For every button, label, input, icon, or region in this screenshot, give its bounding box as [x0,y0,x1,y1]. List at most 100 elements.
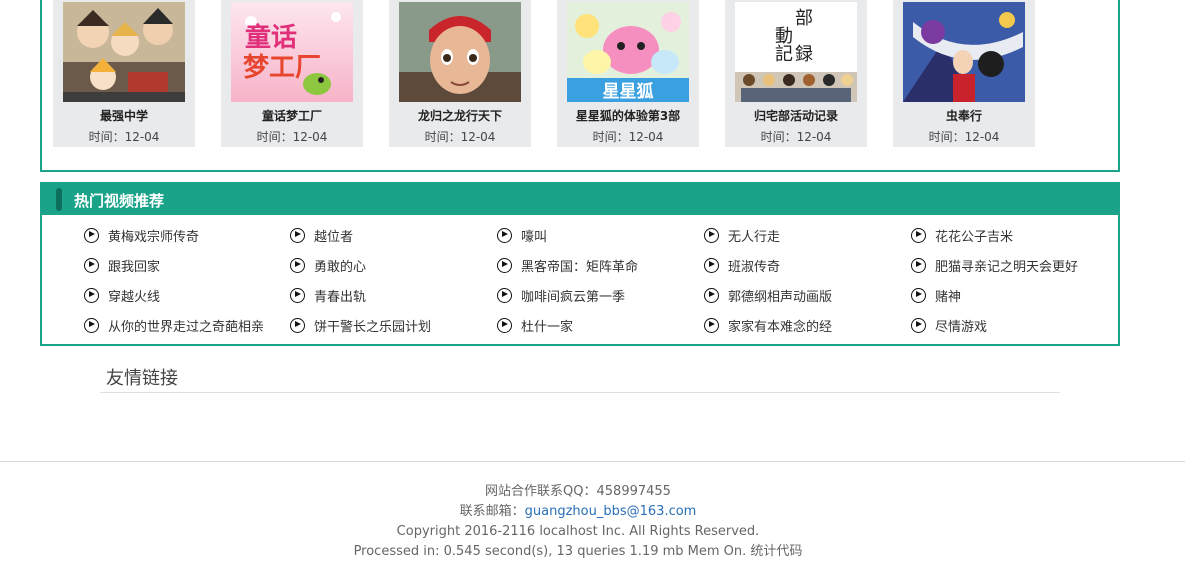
hot-videos-title: 热门视频推荐 [74,192,165,210]
movie-card[interactable]: 童话 梦工厂 童话梦工厂 时间：12-04 [221,0,363,147]
hot-video-item[interactable]: 尽情游戏 [911,315,987,335]
hot-video-title[interactable]: 穿越火线 [108,286,160,305]
play-icon [704,317,719,333]
movie-time: 时间：12-04 [256,130,328,144]
hot-video-title[interactable]: 越位者 [314,226,353,245]
hot-video-title[interactable]: 黑客帝国：矩阵革命 [521,256,638,275]
hot-video-title[interactable]: 勇敢的心 [314,256,366,275]
hot-video-item[interactable]: 班淑传奇 [704,255,780,275]
footer-qq: 网站合作联系QQ：458997455 [485,484,671,499]
movie-poster[interactable]: 星星狐 [567,2,689,102]
hot-videos-header: 热门视频推荐 [42,184,1118,215]
movie-time: 时间：12-04 [760,130,832,144]
movie-time: 时间：12-04 [424,130,496,144]
movie-title[interactable]: 虫奉行 [893,107,1035,124]
play-icon [290,287,305,303]
hot-video-title[interactable]: 郭德纲相声动画版 [728,286,832,305]
hot-video-title[interactable]: 从你的世界走过之奇葩相亲 [108,316,264,335]
footer-mail-label: 联系邮箱： [459,504,525,519]
hot-video-item[interactable]: 杜什一家 [497,315,573,335]
movie-title[interactable]: 最强中学 [53,107,195,124]
friend-links-title: 友情链接 [106,368,178,389]
hot-video-item[interactable]: 肥猫寻亲记之明天会更好 [911,255,1078,275]
movie-poster[interactable] [63,2,185,102]
movie-title[interactable]: 龙归之龙行天下 [389,107,531,124]
play-icon [290,317,305,333]
hot-video-item[interactable]: 赌神 [911,285,961,305]
movie-card[interactable]: 部 動 記 録 归宅部活动记录 时间：12-04 [725,0,867,147]
hot-video-item[interactable]: 家家有本难念的经 [704,315,832,335]
play-icon [290,227,305,243]
hot-video-title[interactable]: 黄梅戏宗师传奇 [108,226,199,245]
hot-video-item[interactable]: 无人行走 [704,225,780,245]
movie-card[interactable]: 最强中学 时间：12-04 [53,0,195,147]
svg-text:星星狐: 星星狐 [603,81,654,102]
hot-video-item[interactable]: 花花公子吉米 [911,225,1013,245]
hot-video-title[interactable]: 跟我回家 [108,256,160,275]
movie-poster[interactable] [399,2,521,102]
play-icon [911,227,926,243]
hot-video-title[interactable]: 青春出轨 [314,286,366,305]
footer-mail-row: 联系邮箱：guangzhou_bbs@163.com [0,502,1156,522]
movie-poster[interactable]: 部 動 記 録 [735,2,857,102]
hot-video-title[interactable]: 咖啡间疯云第一季 [521,286,625,305]
movie-time: 时间：12-04 [88,130,160,144]
play-icon [84,287,99,303]
hot-video-title[interactable]: 家家有本难念的经 [728,316,832,335]
hot-video-item[interactable]: 越位者 [290,225,353,245]
hot-video-item[interactable]: 跟我回家 [84,255,160,275]
movie-card[interactable]: 星星狐 星星狐的体验第3部 时间：12-04 [557,0,699,147]
play-icon [704,227,719,243]
play-icon [84,317,99,333]
movie-poster[interactable]: 童话 梦工厂 [231,2,353,102]
hot-video-item[interactable]: 嚎叫 [497,225,547,245]
movie-poster[interactable] [903,2,1025,102]
hot-video-item[interactable]: 从你的世界走过之奇葩相亲 [84,315,264,335]
latest-movies-panel: 最强中学 时间：12-04 童话 梦工厂 童话梦工厂 时间：12-04 龙归之龙… [40,0,1120,172]
footer-copyright: Copyright 2016-2116 localhost Inc. All R… [396,524,760,539]
play-icon [84,227,99,243]
hot-video-title[interactable]: 嚎叫 [521,226,547,245]
hot-video-item[interactable]: 黑客帝国：矩阵革命 [497,255,638,275]
play-icon [84,257,99,273]
hot-video-title[interactable]: 无人行走 [728,226,780,245]
hot-video-title[interactable]: 饼干警长之乐园计划 [314,316,431,335]
hot-video-item[interactable]: 饼干警长之乐园计划 [290,315,431,335]
play-icon [911,317,926,333]
play-icon [497,257,512,273]
divider [100,392,1060,393]
svg-text:部: 部 [795,8,813,29]
footer-processed: Processed in: 0.545 second(s), 13 querie… [353,544,803,559]
hot-video-title[interactable]: 赌神 [935,286,961,305]
hot-video-title[interactable]: 班淑传奇 [728,256,780,275]
play-icon [911,287,926,303]
movie-title[interactable]: 童话梦工厂 [221,107,363,124]
movie-title[interactable]: 归宅部活动记录 [725,107,867,124]
movie-time: 时间：12-04 [928,130,1000,144]
footer-mail-link[interactable]: guangzhou_bbs@163.com [525,504,697,519]
play-icon [497,317,512,333]
movie-time: 时间：12-04 [592,130,664,144]
movie-title[interactable]: 星星狐的体验第3部 [557,107,699,124]
svg-text:録: 録 [795,44,813,65]
hot-video-item[interactable]: 穿越火线 [84,285,160,305]
hot-video-item[interactable]: 勇敢的心 [290,255,366,275]
hot-video-item[interactable]: 黄梅戏宗师传奇 [84,225,199,245]
footer: 网站合作联系QQ：458997455 联系邮箱：guangzhou_bbs@16… [0,482,1185,562]
hot-video-item[interactable]: 咖啡间疯云第一季 [497,285,625,305]
hot-videos-panel: 热门视频推荐 黄梅戏宗师传奇 跟我回家穿越火线从你的世界走过之奇葩相亲 越位者勇敢的… [40,182,1120,346]
hot-video-item[interactable]: 青春出轨 [290,285,366,305]
header-accent-bar [56,188,62,211]
hot-video-title[interactable]: 肥猫寻亲记之明天会更好 [935,256,1078,275]
svg-text:記: 記 [775,44,793,65]
hot-video-title[interactable]: 花花公子吉米 [935,226,1013,245]
hot-video-item[interactable]: 郭德纲相声动画版 [704,285,832,305]
hot-video-title[interactable]: 杜什一家 [521,316,573,335]
play-icon [497,287,512,303]
movie-card[interactable]: 龙归之龙行天下 时间：12-04 [389,0,531,147]
hot-video-title[interactable]: 尽情游戏 [935,316,987,335]
svg-text:童话: 童话 [245,22,297,53]
footer-divider [0,461,1185,462]
movie-card[interactable]: 虫奉行 时间：12-04 [893,0,1035,147]
play-icon [497,227,512,243]
